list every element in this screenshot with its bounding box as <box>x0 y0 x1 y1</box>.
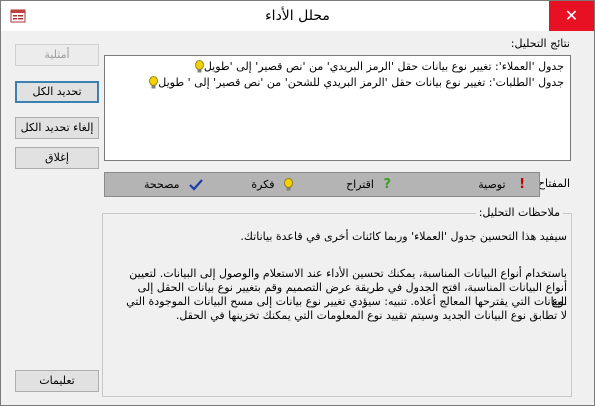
help-button[interactable]: تعليمات <box>15 370 99 392</box>
notes-line: لا تطابق نوع البيانات الجديد وسيتم تقييد… <box>175 309 567 322</box>
optimize-button[interactable]: أمثلية <box>15 44 99 66</box>
exclamation-icon: ! <box>519 177 525 192</box>
select-all-button[interactable]: تحديد الكل <box>15 81 99 103</box>
title-bar: محلل الأداء ✕ <box>1 1 594 31</box>
checkmark-icon <box>189 179 203 191</box>
result-text: جدول 'الطلبات': تغيير نوع بيانات حقل 'ال… <box>158 76 564 89</box>
performance-analyzer-window: محلل الأداء ✕ أمثلية تحديد الكل إلغاء تح… <box>0 0 595 406</box>
list-item[interactable]: جدول 'الطلبات': تغيير نوع بيانات حقل 'ال… <box>145 75 564 91</box>
key-legend: ! توصية ? اقتراح فكرة مصححة <box>104 172 540 197</box>
deselect-all-button[interactable]: إلغاء تحديد الكل <box>15 117 99 139</box>
analysis-notes-group: ملاحظات التحليل: سيفيد هذا التحسين جدول … <box>102 206 572 397</box>
notes-line: باستخدام أنواع البيانات المناسبة، يمكنك … <box>129 267 567 280</box>
idea-bulb-icon <box>194 60 204 73</box>
result-text: جدول 'العملاء': تغيير نوع بيانات حقل 'ال… <box>203 60 564 73</box>
question-mark-icon: ? <box>383 177 391 192</box>
key-recommendation: ! توصية <box>478 177 525 193</box>
results-label: نتائج التحليل: <box>510 37 570 50</box>
notes-line: البيانات التي يقترحها المعالج أعلاه. تنب… <box>126 295 567 308</box>
key-fixed: مصححة <box>144 177 203 193</box>
key-idea: فكرة <box>251 177 293 193</box>
idea-bulb-icon <box>284 178 293 191</box>
list-item[interactable]: جدول 'العملاء': تغيير نوع بيانات حقل 'ال… <box>191 59 564 75</box>
key-idea-label: فكرة <box>251 178 275 191</box>
window-title: محلل الأداء <box>265 8 330 24</box>
notes-label: ملاحظات التحليل: <box>475 206 563 219</box>
key-suggestion: ? اقتراح <box>346 177 391 193</box>
key-suggestion-label: اقتراح <box>346 178 374 191</box>
results-list[interactable]: جدول 'العملاء': تغيير نوع بيانات حقل 'ال… <box>104 55 571 161</box>
close-window-button[interactable]: ✕ <box>549 1 594 31</box>
idea-bulb-icon <box>149 76 159 89</box>
key-fixed-label: مصححة <box>143 178 180 191</box>
notes-paragraph-1: سيفيد هذا التحسين جدول 'العملاء' وربما ك… <box>240 230 567 243</box>
app-form-icon <box>10 9 26 23</box>
key-recommendation-label: توصية <box>478 178 506 191</box>
close-button[interactable]: إغلاق <box>15 147 99 169</box>
